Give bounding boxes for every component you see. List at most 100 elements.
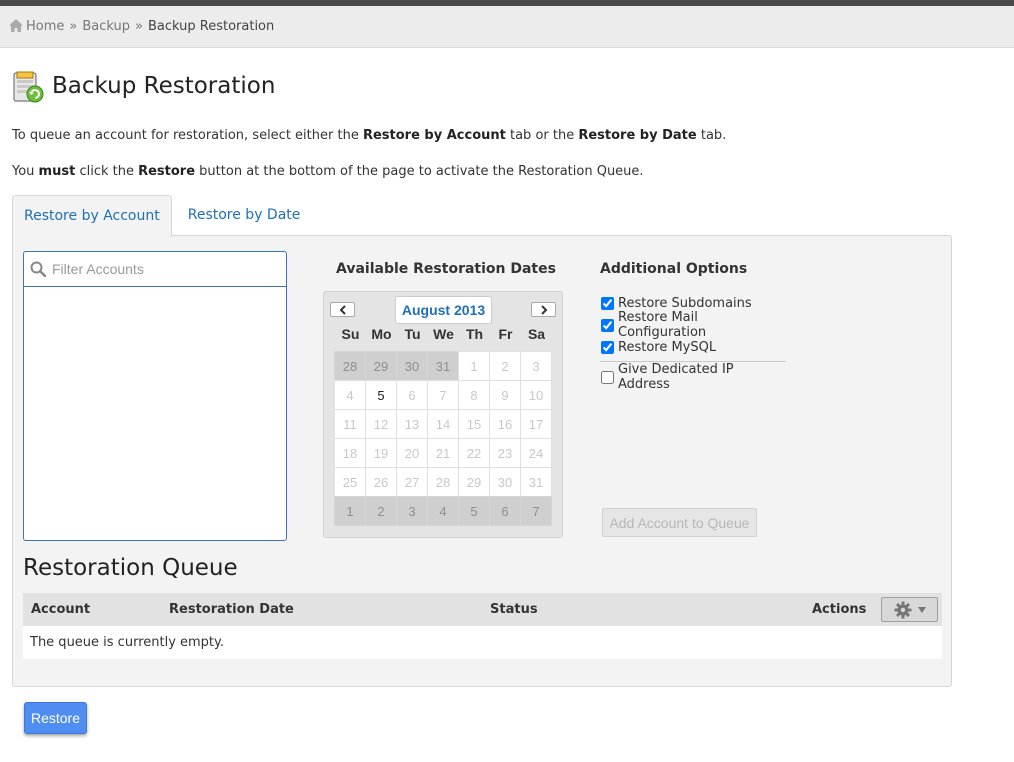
filter-accounts-input[interactable] [50, 260, 270, 278]
weekday-label: Sa [527, 326, 546, 342]
intro-text-2: You must click the Restore button at the… [12, 164, 644, 179]
calendar-day: 2 [365, 496, 397, 526]
weekday-label: We [433, 326, 454, 342]
calendar-day: 7 [520, 496, 552, 526]
restore-subdomains-checkbox[interactable] [601, 296, 614, 310]
calendar-day: 7 [427, 380, 459, 410]
queue-actions-menu-button[interactable] [881, 597, 938, 622]
restore-button[interactable]: Restore [24, 702, 87, 734]
option-label: Restore Mail Configuration [618, 310, 707, 340]
option-dedicated-ip[interactable]: Give Dedicated IP Address [600, 362, 786, 392]
calendar-day: 15 [458, 409, 490, 439]
calendar: August 2013 Su Mo Tu We Th Fr Sa 28 29 30 31 1 2 3 4 5… [323, 291, 563, 538]
calendar-day: 30 [489, 467, 521, 497]
chevron-right-icon [540, 304, 547, 315]
breadcrumb-home-link[interactable]: Home [26, 19, 64, 34]
calendar-day: 3 [520, 351, 552, 381]
calendar-day: 24 [520, 438, 552, 468]
calendar-day: 26 [365, 467, 397, 497]
calendar-day: 17 [520, 409, 552, 439]
column-header-account: Account [31, 602, 91, 617]
column-header-restoration-date: Restoration Date [169, 602, 294, 617]
queue-table-header: Account Restoration Date Status Actions [23, 593, 942, 626]
weekday-label: Mo [371, 326, 392, 342]
calendar-day: 6 [489, 496, 521, 526]
calendar-grid: 28 29 30 31 1 2 3 4 5 6 7 8 9 10 11 12 13 14 15 16 17 18 19 20 2… [334, 351, 552, 526]
calendar-day: 23 [489, 438, 521, 468]
tab-restore-by-date[interactable]: Restore by Date [172, 195, 312, 236]
caret-down-icon [917, 606, 926, 613]
calendar-weekday-row: Su Mo Tu We Th Fr Sa [335, 326, 552, 342]
breadcrumb: Home » Backup » Backup Restoration [0, 6, 1014, 48]
chevron-left-icon [339, 304, 346, 315]
weekday-label: Th [465, 326, 484, 342]
restore-mail-configuration-checkbox[interactable] [601, 318, 614, 332]
option-label: Restore Subdomains [618, 295, 752, 311]
restore-mysql-checkbox[interactable] [601, 340, 614, 354]
calendar-day: 4 [334, 380, 366, 410]
calendar-day: 31 [427, 351, 459, 381]
option-label: Give Dedicated IP Address [618, 362, 734, 392]
calendar-day: 16 [489, 409, 521, 439]
intro-text-1: To queue an account for restoration, sel… [12, 128, 727, 143]
search-icon [30, 261, 46, 277]
calendar-day: 25 [334, 467, 366, 497]
calendar-day: 2 [489, 351, 521, 381]
calendar-day: 10 [520, 380, 552, 410]
calendar-heading: Available Restoration Dates [336, 261, 556, 277]
calendar-day: 14 [427, 409, 459, 439]
weekday-label: Su [341, 326, 360, 342]
calendar-day: 27 [396, 467, 428, 497]
calendar-prev-button[interactable] [330, 302, 355, 317]
gear-icon [894, 601, 911, 618]
calendar-day: 9 [489, 380, 521, 410]
column-header-status: Status [490, 602, 538, 617]
weekday-label: Fr [498, 326, 513, 342]
queue-empty-row: The queue is currently empty. [23, 626, 942, 659]
dedicated-ip-checkbox[interactable] [601, 370, 614, 384]
calendar-day-available[interactable]: 5 [365, 380, 397, 410]
calendar-day: 30 [396, 351, 428, 381]
add-account-to-queue-button[interactable]: Add Account to Queue [602, 508, 757, 537]
option-label: Restore MySQL [618, 339, 717, 355]
breadcrumb-backup-link[interactable]: Backup [82, 19, 130, 34]
calendar-day: 5 [458, 496, 490, 526]
calendar-day: 29 [365, 351, 397, 381]
calendar-day: 1 [334, 496, 366, 526]
breadcrumb-current: Backup Restoration [147, 19, 275, 34]
calendar-next-button[interactable] [531, 302, 556, 317]
calendar-day: 8 [458, 380, 490, 410]
calendar-day: 21 [427, 438, 459, 468]
calendar-day: 31 [520, 467, 552, 497]
calendar-day: 19 [365, 438, 397, 468]
filter-bar [24, 252, 286, 287]
calendar-day: 20 [396, 438, 428, 468]
options-list: Restore Subdomains Restore Mail Configur… [600, 292, 786, 392]
tab-restore-by-account[interactable]: Restore by Account [12, 195, 172, 237]
calendar-day: 29 [458, 467, 490, 497]
backup-restore-icon [13, 71, 44, 103]
calendar-day: 1 [458, 351, 490, 381]
calendar-day: 13 [396, 409, 428, 439]
options-heading: Additional Options [600, 261, 748, 277]
queue-table: Account Restoration Date Status Actions [23, 593, 942, 659]
page-title: Backup Restoration [52, 73, 276, 99]
home-icon [9, 19, 23, 32]
queue-title: Restoration Queue [23, 555, 238, 581]
calendar-day: 12 [365, 409, 397, 439]
account-list-box[interactable] [23, 251, 287, 541]
calendar-day: 18 [334, 438, 366, 468]
calendar-day: 28 [334, 351, 366, 381]
calendar-day: 11 [334, 409, 366, 439]
calendar-day: 6 [396, 380, 428, 410]
column-header-actions: Actions [812, 602, 867, 617]
option-restore-mail-configuration[interactable]: Restore Mail Configuration [600, 310, 786, 340]
calendar-day: 28 [427, 467, 459, 497]
calendar-month-label[interactable]: August 2013 [395, 296, 492, 324]
breadcrumb-separator: » [69, 19, 78, 34]
calendar-day: 4 [427, 496, 459, 526]
queue-empty-message: The queue is currently empty. [30, 635, 225, 650]
calendar-day: 22 [458, 438, 490, 468]
tab-bar: Restore by Account Restore by Date [12, 195, 312, 237]
tab-panel: Available Restoration Dates August 2013 … [12, 235, 952, 687]
